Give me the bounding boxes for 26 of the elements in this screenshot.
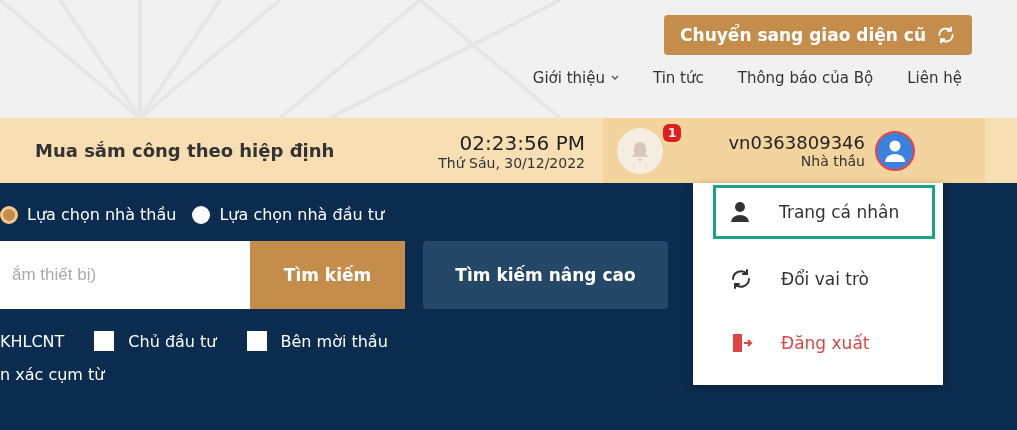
nav-link[interactable]: Liên hệ	[907, 69, 962, 87]
nav-link[interactable]: Tin tức	[652, 69, 704, 87]
exact-phrase-label: n xác cụm từ	[0, 365, 106, 384]
menu-item[interactable]: Trang cá nhân	[713, 185, 935, 239]
nav-link[interactable]: Giới thiệu	[532, 69, 619, 87]
filter-checkbox[interactable]: Chủ đầu tư	[94, 331, 217, 351]
username: vn0363809346	[728, 132, 865, 153]
notification-badge: 1	[663, 123, 682, 142]
radio-option[interactable]: Lựa chọn nhà thầu	[0, 205, 177, 224]
advanced-search-button[interactable]: Tìm kiếm nâng cao	[423, 241, 668, 309]
menu-item[interactable]: Đăng xuất	[693, 311, 943, 375]
avatar-icon[interactable]	[875, 130, 915, 171]
refresh-icon	[936, 25, 956, 45]
menu-item[interactable]: Đổi vai trò	[693, 247, 943, 311]
clock-date: Thứ Sáu, 30/12/2022	[438, 154, 585, 171]
caret-icon	[610, 75, 619, 81]
person-icon	[729, 201, 751, 223]
filter-label: KHLCNT	[0, 331, 65, 351]
filter-checkbox[interactable]: Bên mời thầu	[246, 331, 388, 351]
nav-link[interactable]: Thông báo của Bộ	[737, 69, 874, 87]
refresh-icon	[729, 267, 753, 291]
clock-time: 02:23:56 PM	[459, 130, 585, 155]
search-field[interactable]: ắm thiết bị)	[0, 241, 250, 309]
page-title: Mua sắm công theo hiệp định	[35, 140, 336, 161]
radio-option[interactable]: Lựa chọn nhà đầu tư	[192, 205, 385, 224]
user-role: Nhà thầu	[800, 153, 865, 169]
